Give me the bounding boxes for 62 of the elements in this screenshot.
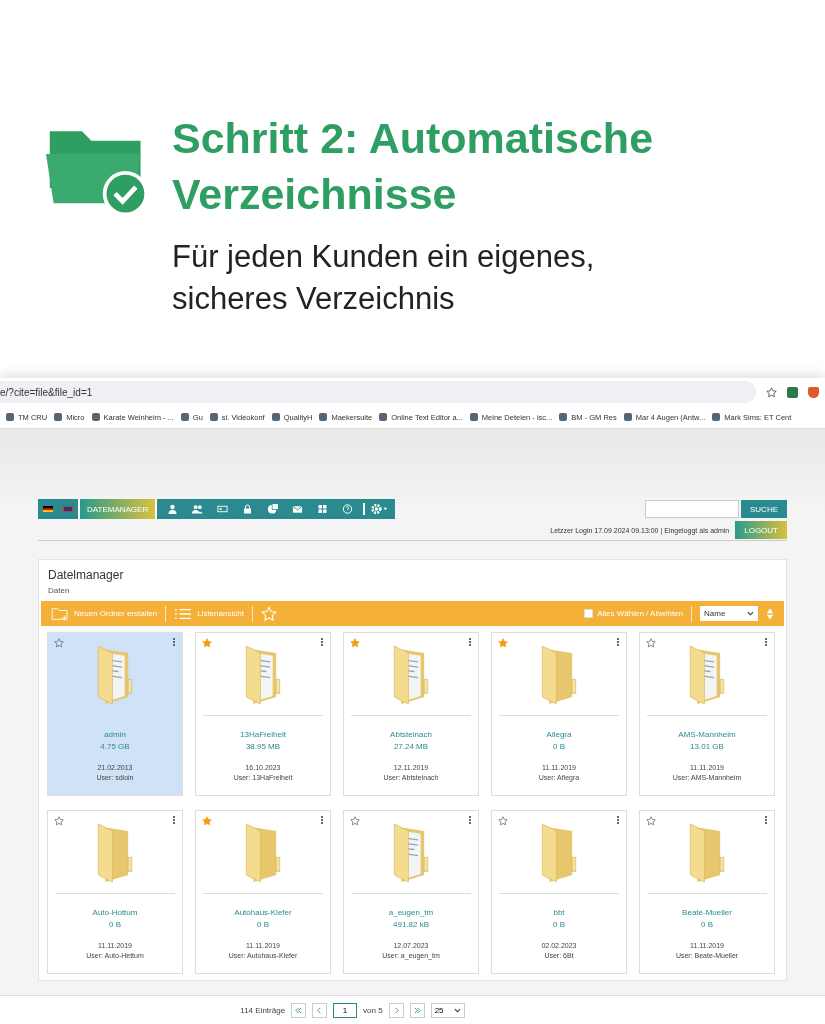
- star-icon[interactable]: [54, 638, 64, 648]
- grid-icon[interactable]: [317, 504, 329, 514]
- folder-name[interactable]: Allegra: [546, 730, 572, 739]
- caret-icon: [453, 1007, 461, 1013]
- chevron-left-icon: [316, 1006, 324, 1014]
- folder-size: 27.24 MB: [393, 742, 429, 751]
- star-icon[interactable]: [350, 638, 360, 648]
- pie-chart-icon[interactable]: [267, 504, 279, 514]
- star-icon[interactable]: [646, 638, 656, 648]
- page-field[interactable]: 1: [333, 1002, 358, 1018]
- extension-icon[interactable]: [787, 386, 798, 398]
- help-icon[interactable]: [342, 504, 354, 514]
- breadcrumb: Daten: [47, 585, 71, 595]
- folder-size: 4.75 GB: [100, 742, 130, 751]
- star-icon[interactable]: [350, 816, 360, 826]
- folder-name[interactable]: bbt: [553, 908, 565, 917]
- star-icon[interactable]: [498, 638, 508, 648]
- users-icon[interactable]: [192, 504, 204, 514]
- folder-name[interactable]: Autohaus-Kiefer: [234, 908, 292, 917]
- folder-size: 0 B: [701, 920, 713, 929]
- headline: Schritt 2: Automatische Verzeichnisse: [172, 113, 655, 220]
- star-icon[interactable]: [646, 816, 656, 826]
- sort-dropdown[interactable]: Name: [700, 606, 758, 621]
- list-icon: [174, 606, 193, 621]
- search-button[interactable]: SUCHE: [741, 500, 787, 518]
- search-field[interactable]: [645, 500, 739, 518]
- double-chevron-left-icon: [295, 1006, 303, 1014]
- shield-icon[interactable]: [808, 386, 819, 398]
- star-icon[interactable]: [766, 386, 777, 398]
- folder-size: 0 B: [553, 920, 565, 929]
- star-icon[interactable]: [202, 638, 212, 648]
- panel-title: Datelmanager: [47, 568, 125, 582]
- caret-icon: [747, 611, 754, 616]
- star-icon[interactable]: [54, 816, 64, 826]
- entry-count: 114 Einträge: [240, 1005, 286, 1015]
- folder-plus-icon: [51, 606, 69, 621]
- address-bar[interactable]: e/?cite=file&file_id=1: [0, 381, 756, 403]
- double-chevron-right-icon: [413, 1006, 421, 1014]
- page-total: von 5: [363, 1005, 383, 1015]
- folder-size: 13.01 GB: [690, 742, 724, 751]
- user-icon[interactable]: [167, 504, 179, 514]
- lock-icon[interactable]: [242, 504, 254, 514]
- mail-icon[interactable]: [292, 504, 304, 514]
- chevron-right-icon: [392, 1006, 400, 1014]
- star-icon[interactable]: [202, 816, 212, 826]
- folder-size: 0 B: [109, 920, 121, 929]
- folder-name[interactable]: Beate-Mueller: [682, 908, 732, 917]
- last-page-button[interactable]: [409, 1002, 425, 1018]
- first-page-button[interactable]: [291, 1002, 307, 1018]
- folder-name[interactable]: AMS-Mannheim: [678, 730, 736, 739]
- folder-name[interactable]: 13HaFrelhelt: [240, 730, 286, 739]
- folder-size: 0 B: [257, 920, 269, 929]
- subheadline: Für jeden Kunden ein eigenes, sicheres Verzeichnis: [172, 238, 596, 318]
- folder-size: 38.95 MB: [245, 742, 281, 751]
- folder-name[interactable]: a_eugen_tm: [388, 908, 434, 917]
- folder-name[interactable]: Auto-Hottum: [92, 908, 138, 917]
- folder-size: 491.82 kB: [393, 920, 429, 929]
- star-icon[interactable]: [498, 816, 508, 826]
- folder-size: 0 B: [553, 742, 565, 751]
- folder-name[interactable]: Abtsteinach: [390, 730, 432, 739]
- id-card-icon[interactable]: [217, 504, 229, 514]
- per-page-dropdown[interactable]: 25: [430, 1002, 465, 1018]
